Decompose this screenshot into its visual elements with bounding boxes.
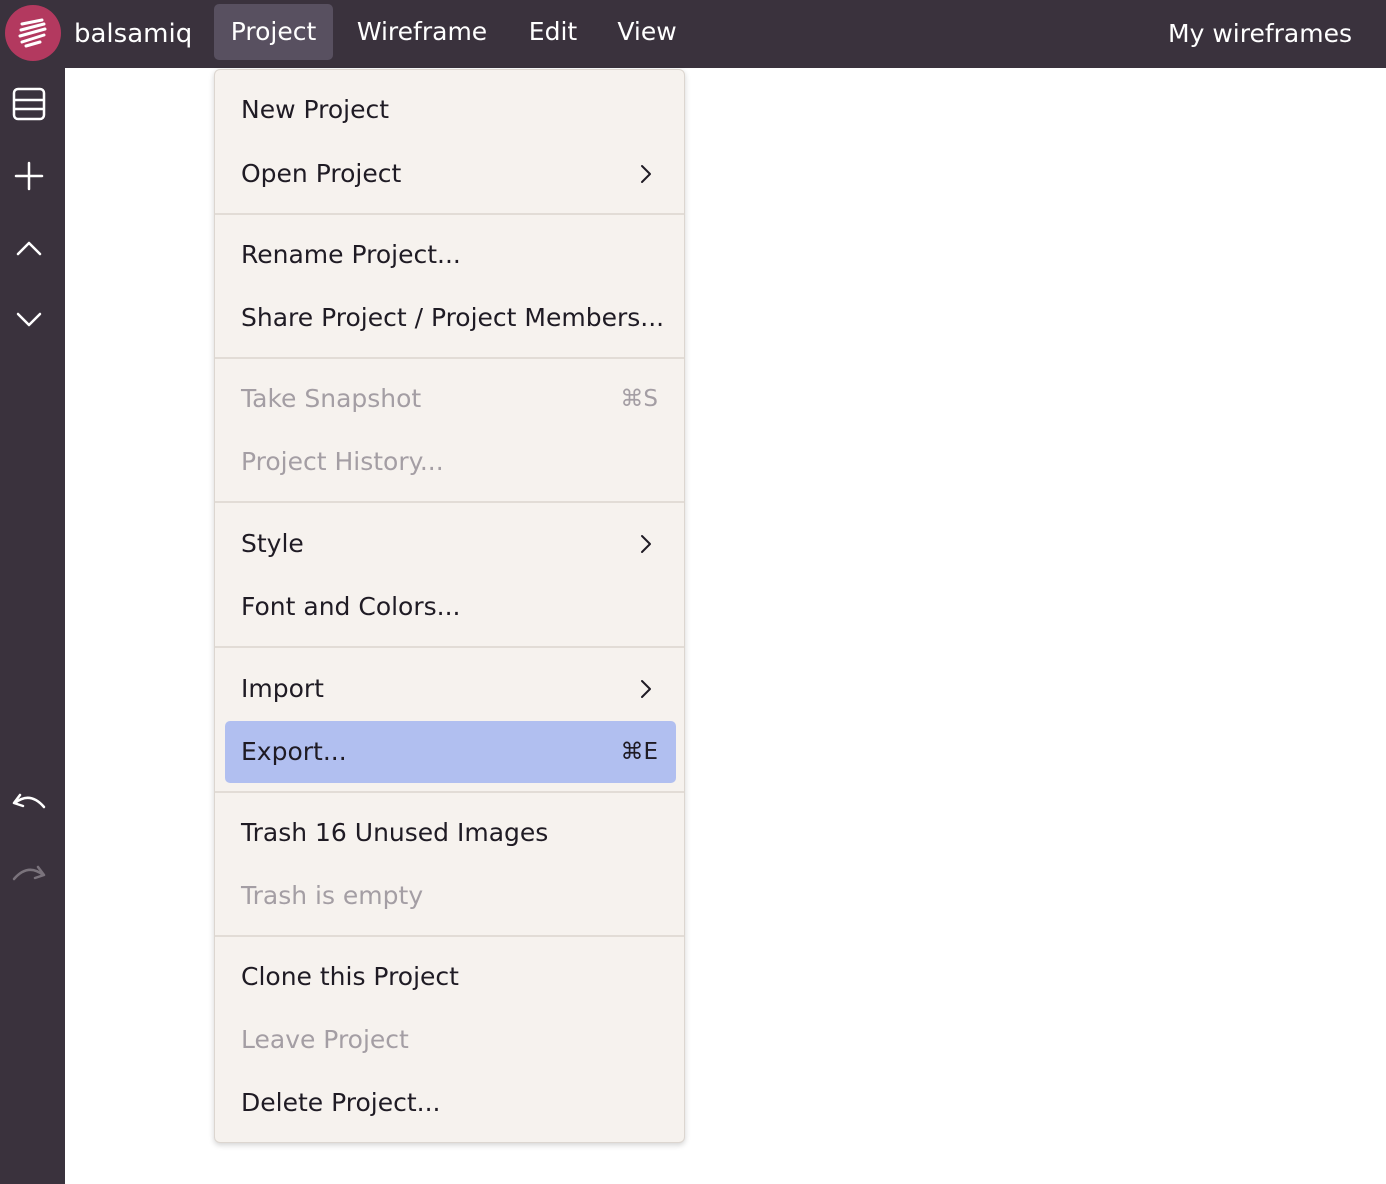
chevron-right-icon [641, 535, 651, 553]
menu-divider [215, 791, 684, 793]
chevron-down-icon[interactable] [8, 299, 50, 341]
chevron-right-icon [641, 165, 651, 183]
menu-item-delete-project[interactable]: Delete Project... [225, 1072, 676, 1134]
undo-icon[interactable] [8, 783, 50, 825]
menu-item-trash-unused-images[interactable]: Trash 16 Unused Images [225, 802, 676, 864]
menu-item-new-project[interactable]: New Project [225, 79, 676, 141]
brand-name: balsamiq [74, 19, 193, 49]
menu-item-label: Open Project [241, 159, 402, 188]
menu-item-shortcut: ⌘S [620, 386, 658, 412]
menu-item-label: Export... [241, 737, 347, 766]
menu-item-open-project[interactable]: Open Project [225, 143, 676, 205]
menu-item-shortcut: ⌘E [620, 739, 658, 765]
menu-item-label: Project History... [241, 447, 444, 476]
menu-item-label: Style [241, 529, 304, 558]
project-menu-dropdown: New Project Open Project Rename Project.… [214, 69, 685, 1143]
menu-item-label: Rename Project... [241, 240, 461, 269]
menu-item-import[interactable]: Import [225, 658, 676, 720]
redo-icon[interactable] [8, 855, 50, 897]
menu-item-trash-empty: Trash is empty [225, 865, 676, 927]
menu-item-label: New Project [241, 95, 390, 124]
menu-item-take-snapshot: Take Snapshot ⌘S [225, 368, 676, 430]
menu-item-label: Clone this Project [241, 962, 459, 991]
menu-item-label: Trash is empty [241, 881, 424, 910]
chevron-right-icon [641, 680, 651, 698]
wireframe-list-icon[interactable] [8, 83, 50, 125]
menu-item-share-project[interactable]: Share Project / Project Members... [225, 287, 676, 349]
menu-tab-project[interactable]: Project [214, 4, 333, 60]
menu-divider [215, 357, 684, 359]
menu-item-label: Share Project / Project Members... [241, 303, 665, 332]
menu-divider [215, 935, 684, 937]
my-wireframes-link[interactable]: My wireframes [1168, 14, 1352, 54]
menu-tab-edit[interactable]: Edit [516, 4, 590, 60]
menu-divider [215, 646, 684, 648]
top-menu-bar: balsamiq Project Wireframe Edit View My … [0, 0, 1386, 68]
menu-tab-wireframe[interactable]: Wireframe [342, 4, 502, 60]
menu-divider [215, 213, 684, 215]
menu-item-label: Import [241, 674, 324, 703]
menu-tab-view[interactable]: View [603, 4, 691, 60]
menu-item-font-and-colors[interactable]: Font and Colors... [225, 576, 676, 638]
menu-item-project-history: Project History... [225, 431, 676, 493]
menu-item-label: Font and Colors... [241, 592, 461, 621]
left-sidebar [0, 68, 65, 1184]
menu-item-export[interactable]: Export... ⌘E [225, 721, 676, 783]
menu-item-label: Leave Project [241, 1025, 409, 1054]
menu-item-label: Delete Project... [241, 1088, 441, 1117]
menu-item-style[interactable]: Style [225, 513, 676, 575]
menu-item-clone-project[interactable]: Clone this Project [225, 946, 676, 1008]
chevron-up-icon[interactable] [8, 227, 50, 269]
menu-item-rename-project[interactable]: Rename Project... [225, 224, 676, 286]
menu-item-label: Trash 16 Unused Images [241, 818, 549, 847]
menu-item-leave-project: Leave Project [225, 1009, 676, 1071]
plus-icon[interactable] [8, 155, 50, 197]
menu-divider [215, 501, 684, 503]
balsamiq-logo-icon[interactable] [5, 5, 61, 61]
menu-item-label: Take Snapshot [241, 384, 422, 413]
